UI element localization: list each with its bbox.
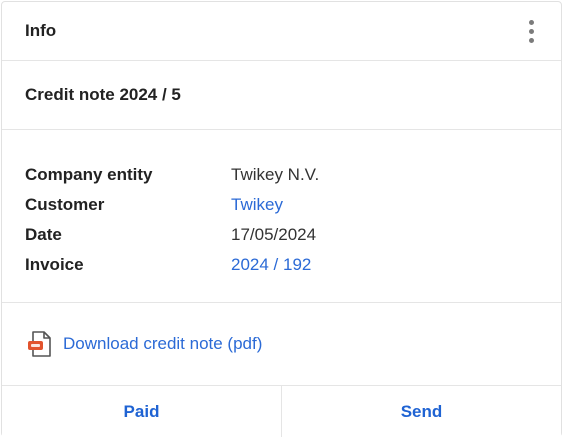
detail-row-date: Date 17/05/2024 — [25, 220, 538, 250]
detail-label: Customer — [25, 195, 105, 214]
more-vertical-icon[interactable] — [523, 18, 539, 44]
detail-row-company-entity: Company entity Twikey N.V. — [25, 160, 538, 190]
card-title: Info — [25, 21, 57, 40]
detail-row-customer: Customer Twikey — [25, 190, 538, 220]
kebab-dot — [528, 37, 534, 43]
detail-label: Invoice — [25, 255, 84, 274]
send-button[interactable]: Send — [281, 386, 561, 437]
customer-link[interactable]: Twikey — [231, 195, 283, 215]
card-actions: Paid Send — [2, 386, 561, 437]
info-card: Info Credit note 2024 / 5 Company entity… — [1, 1, 562, 437]
invoice-link[interactable]: 2024 / 192 — [231, 255, 311, 275]
date-value: 17/05/2024 — [231, 225, 317, 244]
download-row: Download credit note (pdf) — [2, 303, 561, 386]
card-header: Info — [2, 2, 561, 61]
document-title: Credit note 2024 / 5 — [25, 85, 181, 104]
paid-button[interactable]: Paid — [2, 386, 281, 437]
kebab-dot — [528, 19, 534, 25]
download-credit-note-link[interactable]: Download credit note (pdf) — [63, 334, 262, 354]
company-entity-value: Twikey N.V. — [231, 165, 320, 184]
details-list: Company entity Twikey N.V. Customer Twik… — [2, 130, 561, 303]
document-title-row: Credit note 2024 / 5 — [2, 61, 561, 130]
pdf-file-icon — [25, 329, 55, 359]
kebab-dot — [528, 28, 534, 34]
detail-label: Company entity — [25, 165, 153, 184]
detail-row-invoice: Invoice 2024 / 192 — [25, 250, 538, 280]
detail-label: Date — [25, 225, 62, 244]
